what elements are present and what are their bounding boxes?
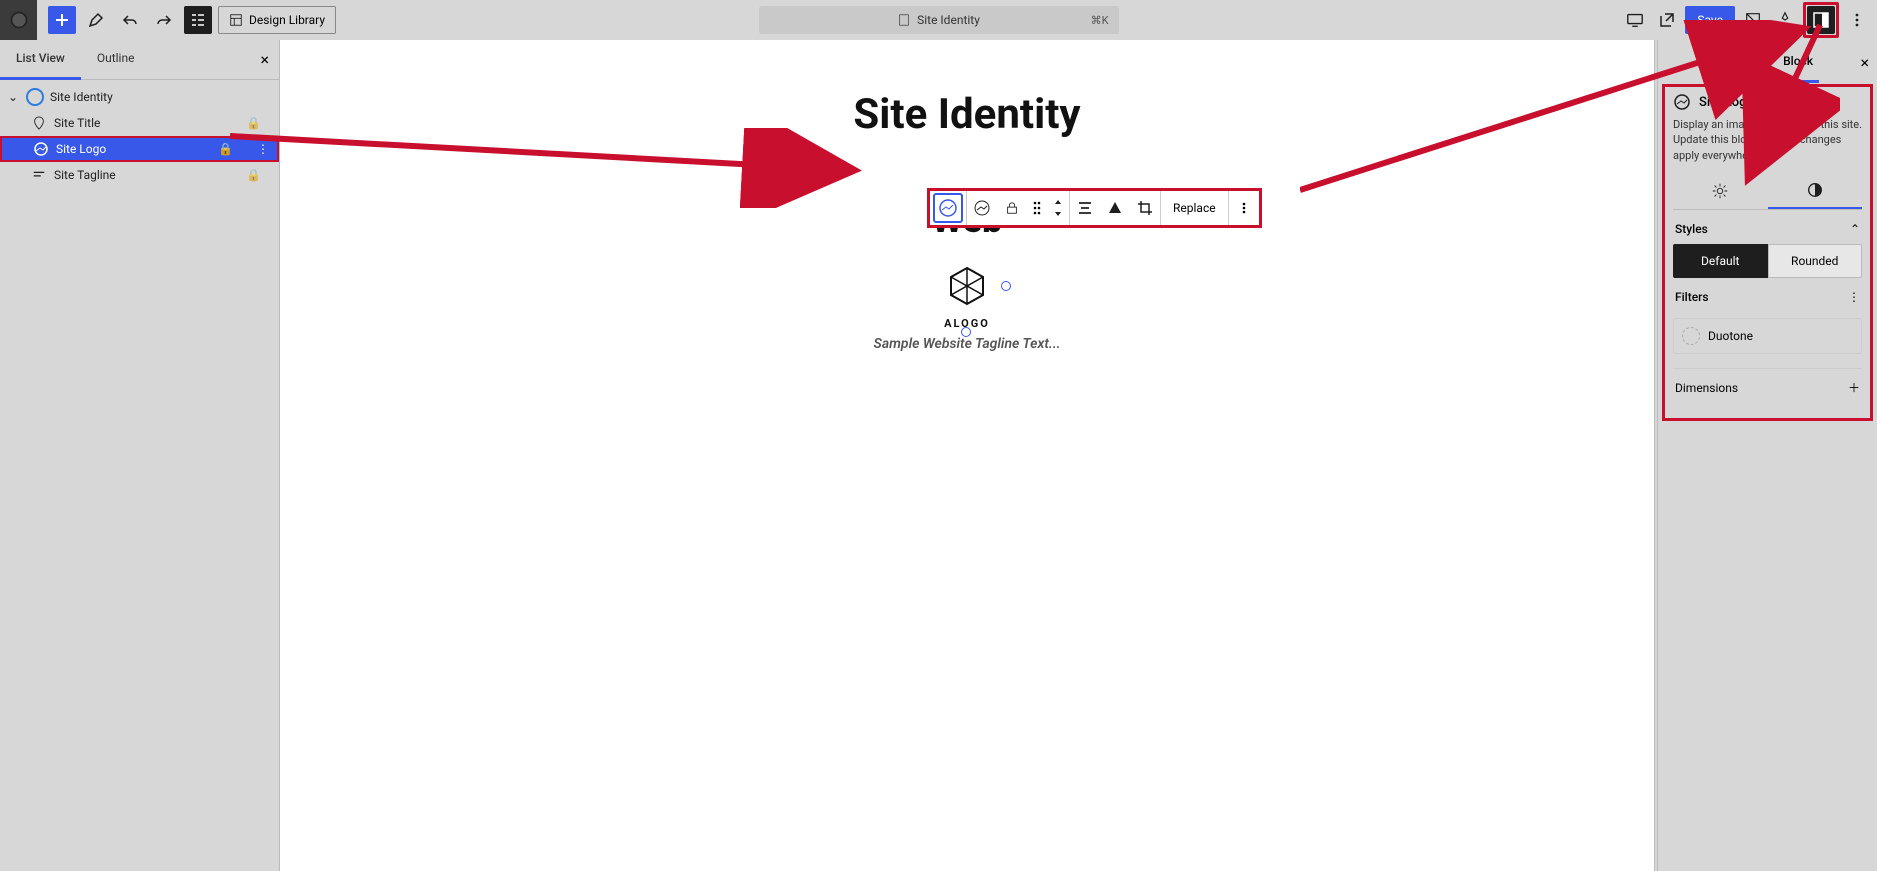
duotone-label: Duotone (1708, 329, 1753, 343)
library-icon (229, 13, 243, 27)
duotone-swatch-icon (1682, 327, 1700, 345)
resize-handle-bottom[interactable] (961, 327, 971, 337)
tree-root-site-identity[interactable]: ⌄ Site Identity (0, 84, 279, 110)
settings-button-highlight (1803, 2, 1839, 38)
tab-outline[interactable]: Outline (81, 40, 151, 80)
plus-icon[interactable]: ＋ (1848, 379, 1860, 396)
tree-item-label: Site Tagline (54, 168, 116, 182)
tab-list-view[interactable]: List View (0, 40, 81, 80)
document-overview-button[interactable] (184, 6, 212, 34)
save-button[interactable]: Save (1685, 6, 1735, 34)
style-rounded-button[interactable]: Rounded (1768, 244, 1863, 278)
block-settings-highlight: Site Logo Display an image to represent … (1662, 84, 1873, 421)
styles-subtab[interactable] (1768, 173, 1863, 209)
dimensions-section-header[interactable]: Dimensions ＋ (1673, 368, 1862, 406)
tab-block-label: Block (1783, 54, 1813, 68)
document-title-bar[interactable]: Site Identity ⌘K (759, 6, 1119, 34)
settings-subtab[interactable] (1673, 173, 1768, 209)
duotone-toolbar-button[interactable] (1100, 193, 1130, 223)
crop-button[interactable] (1130, 193, 1160, 223)
undo-button[interactable] (116, 6, 144, 34)
close-sidebar-button[interactable]: × (1860, 53, 1869, 72)
block-toolbar: Replace (927, 188, 1262, 228)
pill-rounded-label: Rounded (1791, 254, 1838, 268)
command-shortcut: ⌘K (1091, 14, 1109, 27)
design-library-label: Design Library (249, 13, 325, 27)
resize-handle-right[interactable] (1001, 281, 1011, 291)
tab-block[interactable]: Block (1777, 42, 1819, 83)
site-logo-icon (32, 140, 50, 158)
list-view-panel: List View Outline × ⌄ Site Identity Site… (0, 40, 280, 871)
styles-button[interactable] (1771, 6, 1799, 34)
tab-outline-label: Outline (97, 51, 135, 65)
block-tree: ⌄ Site Identity Site Title 🔒 Site Logo 🔒… (0, 80, 279, 188)
document-title: Site Identity (917, 13, 980, 27)
close-list-view-button[interactable]: × (260, 50, 269, 69)
top-toolbar: Design Library Site Identity ⌘K Save (0, 0, 1877, 40)
view-desktop-button[interactable] (1621, 6, 1649, 34)
block-description: Display an image to represent this site.… (1673, 117, 1862, 163)
styles-section-header[interactable]: Styles ⌃ (1673, 210, 1862, 244)
dimensions-label: Dimensions (1675, 381, 1738, 395)
page-icon (897, 13, 911, 27)
gear-icon (1711, 182, 1729, 200)
block-header: Site Logo (1673, 93, 1862, 111)
chevron-down-icon: ⌄ (8, 90, 20, 104)
settings-sidebar: Page Block × Site Logo Display an image … (1657, 40, 1877, 871)
wp-logo[interactable] (0, 0, 37, 40)
tree-item-label: Site Title (54, 116, 100, 130)
align-button[interactable] (1070, 193, 1100, 223)
parent-block-button[interactable] (967, 193, 997, 223)
more-menu-button[interactable] (1843, 6, 1871, 34)
site-tagline-block[interactable]: Sample Website Tagline Text... (280, 336, 1654, 352)
style-default-button[interactable]: Default (1673, 244, 1768, 278)
lock-icon: 🔒 (218, 142, 233, 156)
tab-list-view-label: List View (16, 51, 65, 65)
contrast-icon (1806, 181, 1824, 199)
tagline-icon (30, 166, 48, 184)
redo-button[interactable] (150, 6, 178, 34)
add-block-button[interactable] (48, 6, 76, 34)
replace-label: Replace (1173, 201, 1216, 215)
more-vertical-icon[interactable]: ⋮ (1848, 290, 1860, 304)
pill-default-label: Default (1701, 254, 1739, 268)
filters-section-label: Filters (1675, 290, 1709, 304)
tree-item-label: Site Logo (56, 142, 106, 156)
tab-page[interactable]: Page (1716, 42, 1755, 83)
map-pin-icon (30, 114, 48, 132)
replace-button[interactable]: Replace (1161, 191, 1228, 225)
tab-page-label: Page (1722, 54, 1749, 68)
site-logo-block[interactable] (940, 259, 994, 313)
chevron-up-icon: ⌃ (1850, 222, 1860, 236)
filters-section-header[interactable]: Filters ⋮ (1673, 278, 1862, 312)
editor-canvas: Site Identity Web Replace (280, 40, 1655, 871)
site-logo-icon (1673, 93, 1691, 111)
block-name-label: Site Logo (1699, 95, 1754, 110)
move-updown-button[interactable] (1047, 193, 1069, 223)
save-label: Save (1697, 13, 1723, 27)
styles-section-label: Styles (1675, 222, 1708, 236)
more-options-icon[interactable]: ⋮ (257, 142, 269, 156)
lock-icon: 🔒 (246, 168, 261, 182)
duotone-filter-row[interactable]: Duotone (1673, 318, 1862, 354)
lock-button[interactable] (997, 193, 1027, 223)
design-library-button[interactable]: Design Library (218, 6, 336, 34)
block-more-button[interactable] (1229, 193, 1259, 223)
tree-item-site-logo[interactable]: Site Logo 🔒 ⋮ (0, 136, 279, 162)
edit-mode-button[interactable] (82, 6, 110, 34)
logo-image (945, 264, 989, 308)
tree-item-site-tagline[interactable]: Site Tagline 🔒 (0, 162, 279, 188)
drag-handle[interactable] (1027, 193, 1047, 223)
block-type-button[interactable] (933, 193, 963, 223)
page-title: Site Identity (280, 90, 1654, 139)
view-external-button[interactable] (1653, 6, 1681, 34)
site-identity-icon (26, 88, 44, 106)
settings-panel-button[interactable] (1807, 6, 1835, 34)
tree-item-site-title[interactable]: Site Title 🔒 (0, 110, 279, 136)
tree-root-label: Site Identity (50, 90, 113, 104)
inspector-button[interactable] (1739, 6, 1767, 34)
lock-icon: 🔒 (246, 116, 261, 130)
